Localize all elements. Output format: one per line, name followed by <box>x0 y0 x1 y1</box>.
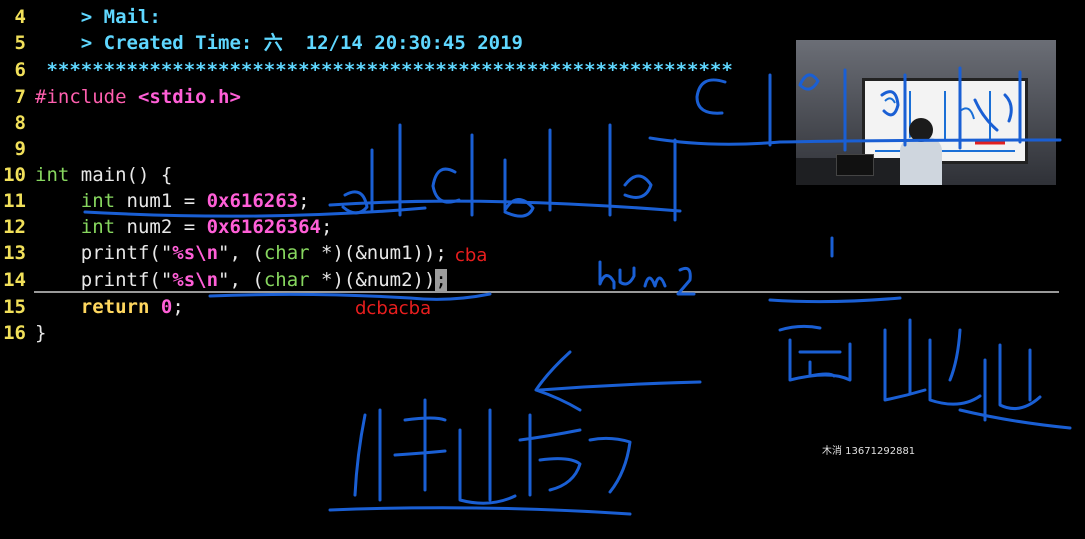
code-line[interactable]: 9 <box>0 136 35 162</box>
code-token: int <box>35 164 70 186</box>
code-token: %s\n <box>172 242 219 264</box>
webcam-monitor <box>836 154 874 176</box>
code-line[interactable]: 14 printf("%s\n", (char *)(&num2)); <box>0 267 447 293</box>
code-token: return <box>80 296 150 318</box>
code-token: num2 = <box>115 216 207 238</box>
code-token: <stdio.h> <box>137 86 241 108</box>
code-line[interactable]: 4 > Mail: <box>0 4 161 30</box>
code-token: > Created Time: 六 12/14 20:30:45 2019 <box>35 32 523 54</box>
webcam-overlay <box>796 40 1056 185</box>
code-line[interactable]: 12 int num2 = 0x61626364; <box>0 214 332 240</box>
line-number: 6 <box>14 59 26 81</box>
watermark-text: 木消 13671292881 <box>822 446 916 457</box>
code-line[interactable]: 8 <box>0 110 35 136</box>
cursor-line-highlight <box>34 291 1059 293</box>
line-number: 9 <box>14 138 26 160</box>
line-number: 12 <box>3 216 26 238</box>
code-line[interactable]: 11 int num1 = 0x616263; <box>0 188 310 214</box>
code-token: %s\n <box>172 269 219 291</box>
code-line[interactable]: 6 **************************************… <box>0 57 733 83</box>
line-number: 15 <box>3 296 26 318</box>
code-token: 0x616263 <box>206 190 299 212</box>
code-token: ****************************************… <box>35 59 733 81</box>
code-token: *)(&num1)); <box>309 242 447 264</box>
line-number: 16 <box>3 322 26 344</box>
code-token: int <box>80 190 116 212</box>
code-token: *)(&num2)) <box>309 269 436 291</box>
code-token: ", ( <box>218 269 264 291</box>
code-line[interactable]: 7 #include <stdio.h> <box>0 84 241 110</box>
code-token: ", ( <box>218 242 264 264</box>
line-number: 7 <box>14 86 26 108</box>
code-token: ; <box>298 190 310 212</box>
webcam-whiteboard <box>862 78 1028 164</box>
code-token: char <box>263 242 310 264</box>
text-cursor: ; <box>435 269 447 291</box>
code-token: } <box>35 322 47 344</box>
code-token: ; <box>172 296 184 318</box>
webcam-person-head <box>909 118 933 142</box>
code-line[interactable]: 16} <box>0 320 46 346</box>
code-token: 0 <box>160 296 173 318</box>
line-number: 13 <box>3 242 26 264</box>
line-number: 11 <box>3 190 26 212</box>
code-token: printf(" <box>35 242 173 264</box>
code-token: main() { <box>69 164 173 186</box>
line-number: 10 <box>3 164 26 186</box>
line-number: 14 <box>3 269 26 291</box>
code-line[interactable]: 5 > Created Time: 六 12/14 20:30:45 2019 <box>0 30 523 56</box>
code-token: #include <box>35 86 138 108</box>
code-token: > Mail: <box>35 6 161 28</box>
code-line[interactable]: 10 int main() { <box>0 162 172 188</box>
code-token: char <box>263 269 310 291</box>
whiteboard-scribbles <box>875 91 1015 152</box>
line-number: 8 <box>14 112 26 134</box>
code-token: 0x61626364 <box>206 216 321 238</box>
line-number: 4 <box>14 6 26 28</box>
code-token: ; <box>321 216 333 238</box>
code-line[interactable]: 15 return 0; <box>0 294 184 320</box>
code-token: int <box>80 216 116 238</box>
code-token: printf(" <box>35 269 173 291</box>
code-line[interactable]: 13 printf("%s\n", (char *)(&num1)); <box>0 240 447 266</box>
line-number: 5 <box>14 32 26 54</box>
code-token: num1 = <box>115 190 207 212</box>
webcam-person <box>900 137 942 185</box>
